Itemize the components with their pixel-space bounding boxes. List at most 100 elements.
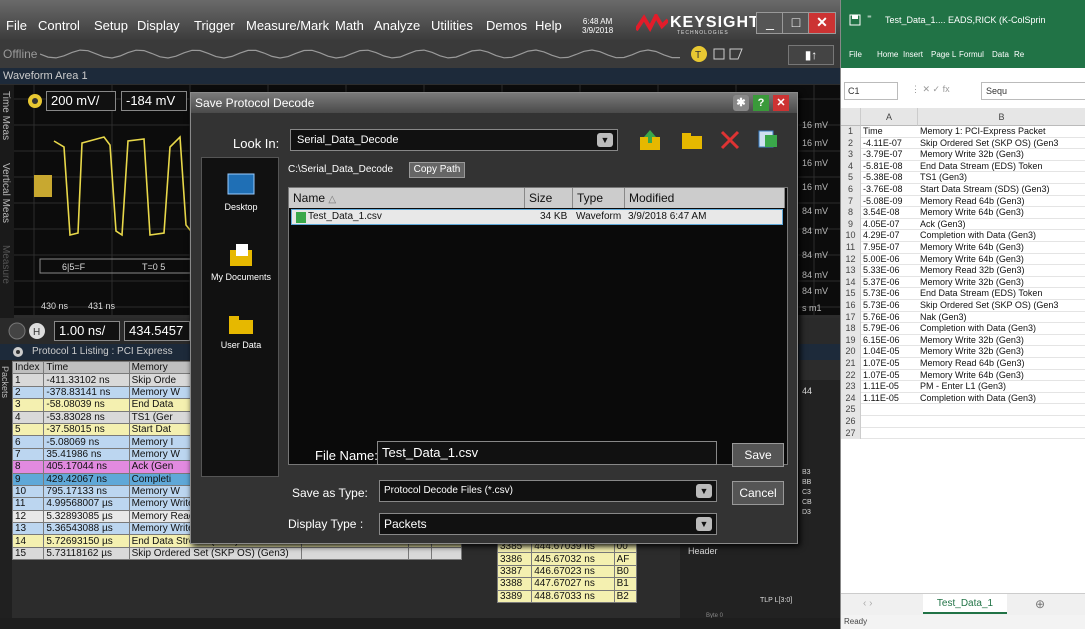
cell-b[interactable]: Memory Read 64b (Gen3) [920,196,1085,208]
settings-icon[interactable]: ✱ [733,95,749,111]
column-header-a[interactable]: A [861,108,918,126]
save-button[interactable]: Save [732,443,784,467]
cell-a[interactable]: 5.37E-06 [863,277,918,289]
sheet-row[interactable]: 19 6.15E-06 Memory Write 32b (Gen3) [841,334,1085,347]
close-button[interactable]: ✕ [808,12,836,34]
sheet-row[interactable]: 25 [841,404,1085,416]
row-number[interactable]: 26 [841,416,861,428]
menu-measure-mark[interactable]: Measure/Mark [246,18,329,33]
col-size[interactable]: Size [525,188,573,208]
cell-a[interactable]: -5.08E-09 [863,196,918,208]
sheet-row[interactable]: 6 -3.76E-08 Start Data Stream (SDS) (Gen3) [841,184,1085,196]
cell-b[interactable]: Ack (Gen3) [920,219,1085,231]
cell-a[interactable]: 5.00E-06 [863,254,918,266]
tab-vertical-meas[interactable]: Vertical Meas [0,163,11,223]
cell-b[interactable]: Skip Ordered Set (SKP OS) (Gen3 [920,138,1085,150]
file-list[interactable]: Name △ Size Type Modified Test_Data_1.cs… [288,187,788,465]
cell-a[interactable]: 5.33E-06 [863,265,918,277]
formula-buttons[interactable]: ⋮ ✕ ✓ fx [911,84,950,95]
col-type[interactable]: Type [573,188,625,208]
packets-side-tab[interactable]: Packets [0,360,12,620]
display-type-dropdown[interactable]: Packets ▼ [379,513,717,535]
sheet-row[interactable]: 16 5.73E-06 Skip Ordered Set (SKP OS) (Gen… [841,300,1085,312]
sheet-row[interactable]: 2 -4.11E-07 Skip Ordered Set (SKP OS) (Gen… [841,137,1085,150]
menu-setup[interactable]: Setup [94,18,128,33]
menu-control[interactable]: Control [38,18,80,33]
bottom-scrollbar[interactable] [0,618,840,629]
lane-row[interactable]: 3387 446.67023 ns B0 [496,564,638,579]
cell-a[interactable]: 1.11E-05 [863,393,918,405]
delete-icon[interactable] [719,129,741,151]
ribbon-home[interactable]: Home [877,50,898,59]
maximize-button[interactable]: □ [782,12,810,34]
cell-b[interactable]: End Data Stream (EDS) Token [920,161,1085,173]
sheet-row[interactable]: 8 3.54E-08 Memory Write 64b (Gen3) [841,207,1085,219]
sheet-row[interactable]: 4 -5.81E-08 End Data Stream (EDS) Token [841,160,1085,173]
cancel-button[interactable]: Cancel [732,481,784,505]
cell-a[interactable]: -5.81E-08 [863,161,918,173]
cell-a[interactable]: 6.15E-06 [863,335,918,347]
cell-b[interactable]: Memory Write 64b (Gen3) [920,370,1085,382]
sheet-row[interactable]: 14 5.37E-06 Memory Write 32b (Gen3) [841,276,1085,289]
menu-trigger[interactable]: Trigger [194,18,235,33]
cell-a[interactable]: 5.73E-06 [863,300,918,312]
view-menu-icon[interactable] [757,128,779,150]
ribbon-data[interactable]: Data [992,50,1009,59]
column-header-b[interactable]: B [918,108,1085,126]
sheet-tab[interactable]: Test_Data_1 [923,594,1007,614]
sheet-nav-arrows[interactable]: ‹ › [863,598,872,609]
new-folder-icon[interactable] [680,129,704,151]
cell-a[interactable]: 5.76E-06 [863,312,918,324]
minimize-button[interactable]: _ [756,12,784,34]
timebase-field[interactable]: 1.00 ns/ [54,321,120,341]
sheet-row[interactable]: 7 -5.08E-09 Memory Read 64b (Gen3) [841,195,1085,208]
row-number[interactable]: 19 [841,334,861,347]
cell-b[interactable]: Memory Write 32b (Gen3) [920,346,1085,358]
up-folder-icon[interactable] [638,129,662,151]
cell-b[interactable]: Memory Write 64b (Gen3) [920,254,1085,266]
row-number[interactable]: 9 [841,218,861,231]
look-in-dropdown[interactable]: Serial_Data_Decode ▼ [290,129,618,151]
cell-b[interactable]: Memory Write 64b (Gen3) [920,207,1085,219]
col-name[interactable]: Name △ [289,188,525,208]
cell-b[interactable]: Completion with Data (Gen3) [920,393,1085,405]
sheet-row[interactable]: 15 5.73E-06 End Data Stream (EDS) Token [841,288,1085,300]
lane-row[interactable]: 3386 445.67032 ns AF [496,552,638,566]
cell-a[interactable]: -3.76E-08 [863,184,918,196]
place-desktop[interactable]: Desktop [202,172,280,212]
row-number[interactable]: 16 [841,300,861,312]
sheet-row[interactable]: 23 1.11E-05 PM - Enter L1 (Gen3) [841,381,1085,393]
cell-b[interactable]: Memory Read 64b (Gen3) [920,358,1085,370]
file-row[interactable]: Test_Data_1.csv 34 KB Waveform 3/9/2018 … [291,209,783,225]
menu-utilities[interactable]: Utilities [431,18,473,33]
ribbon-file[interactable]: File [849,50,862,59]
cell-a[interactable]: 1.11E-05 [863,381,918,393]
cell-b[interactable]: Memory Write 32b (Gen3) [920,277,1085,289]
sheet-row[interactable]: 20 1.04E-05 Memory Write 32b (Gen3) [841,346,1085,358]
formula-input[interactable]: Sequ [981,82,1085,100]
cell-a[interactable]: 7.95E-07 [863,242,918,254]
listing-row[interactable]: 15 5.73118162 µs Skip Ordered Set (SKP OS)… [11,546,462,561]
row-number[interactable]: 17 [841,311,861,324]
menu-display[interactable]: Display [137,18,180,33]
cell-a[interactable]: -5.38E-08 [863,172,918,184]
sheet-row[interactable]: 17 5.76E-06 Nak (Gen3) [841,311,1085,324]
row-number[interactable]: 13 [841,265,861,277]
cell-a[interactable]: 5.79E-06 [863,323,918,335]
cell-b[interactable]: Completion with Data (Gen3) [920,323,1085,335]
row-number[interactable]: 2 [841,137,861,150]
menu-analyze[interactable]: Analyze [374,18,420,33]
help-icon[interactable]: ? [753,95,769,111]
cell-b[interactable]: Memory Read 32b (Gen3) [920,265,1085,277]
add-sheet-icon[interactable]: ⊕ [1035,597,1045,611]
row-number[interactable]: 6 [841,184,861,196]
tab-measure[interactable]: Measure [0,245,11,284]
row-number[interactable]: 8 [841,207,861,219]
vertical-scale-field[interactable]: 200 mV/ [46,91,116,111]
cell-a[interactable]: 4.29E-07 [863,230,918,242]
row-number[interactable]: 22 [841,369,861,382]
time-position-field[interactable]: 434.5457 [124,321,190,341]
quick-access-icon[interactable]: ⁼ [867,13,872,24]
menu-math[interactable]: Math [335,18,364,33]
menu-demos[interactable]: Demos [486,18,527,33]
